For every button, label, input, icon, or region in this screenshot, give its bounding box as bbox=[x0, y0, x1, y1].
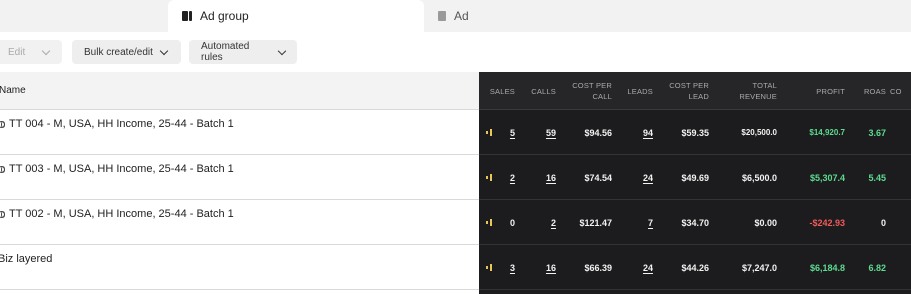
cell-leads[interactable]: 24 bbox=[612, 155, 653, 200]
cell-total-revenue: $20,500.0 bbox=[741, 128, 777, 137]
cell-cost-per-call: $121.47 bbox=[579, 217, 612, 228]
cell-cost-per-lead: $49.69 bbox=[681, 172, 709, 183]
cell-leads[interactable]: 7 bbox=[612, 200, 653, 245]
automated-rules-button[interactable]: Automated rules bbox=[189, 40, 297, 64]
tab-ad-label: Ad bbox=[454, 9, 469, 23]
table-row[interactable]: TT 004 - M, USA, HH Income, 25-44 - Batc… bbox=[0, 110, 479, 155]
cell-calls[interactable]: 16 bbox=[515, 155, 556, 200]
metrics-row: 3 16 $66.39 24 $44.26 $7,247.0 $6,184.8 … bbox=[479, 245, 911, 290]
row-name[interactable]: Biz layered bbox=[0, 253, 52, 265]
row-name[interactable]: TT 002 - M, USA, HH Income, 25-44 - Batc… bbox=[9, 208, 234, 220]
cell-sales[interactable]: 2 bbox=[499, 155, 515, 200]
cell-cost-per-lead: $44.26 bbox=[681, 262, 709, 273]
cell-cost-per-call: $66.39 bbox=[584, 262, 612, 273]
ad-group-icon bbox=[182, 11, 192, 21]
header-cost-per-call[interactable]: COST PER CALL bbox=[563, 72, 612, 110]
metrics-row: 0 2 $121.47 7 $34.70 $0.00 -$242.93 0 bbox=[479, 200, 911, 245]
cell-profit: -$242.93 bbox=[809, 217, 845, 228]
cell-total-revenue: $0.00 bbox=[754, 217, 777, 228]
table-row[interactable]: Biz layered bbox=[0, 245, 479, 290]
chevron-down-icon bbox=[277, 46, 287, 55]
header-calls[interactable]: CALLS bbox=[515, 72, 556, 110]
automated-rules-label: Automated rules bbox=[201, 41, 250, 63]
header-profit[interactable]: PROFIT bbox=[779, 72, 845, 110]
header-sales[interactable]: SALES bbox=[479, 72, 515, 110]
bulk-create-edit-label: Bulk create/edit bbox=[84, 46, 153, 58]
cell-calls[interactable]: 59 bbox=[515, 110, 556, 155]
data-table: Name TT 004 - M, USA, HH Income, 25-44 -… bbox=[0, 72, 911, 294]
header-cost-per-lead[interactable]: COST PER LEAD bbox=[663, 72, 709, 110]
name-header-label: Name bbox=[0, 85, 26, 96]
bar-chart-icon[interactable] bbox=[486, 110, 494, 155]
cell-roas: 5.45 bbox=[868, 172, 886, 183]
cell-profit: $14,920.7 bbox=[809, 128, 845, 137]
metrics-row: 2 16 $74.54 24 $49.69 $6,500.0 $5,307.4 … bbox=[479, 155, 911, 200]
tab-ad-group-label: Ad group bbox=[200, 9, 249, 23]
cell-total-revenue: $6,500.0 bbox=[741, 172, 777, 183]
cell-total-revenue: $7,247.0 bbox=[741, 262, 777, 273]
metrics-row: 5 59 $94.56 94 $59.35 $20,500.0 $14,920.… bbox=[479, 110, 911, 155]
chevron-down-icon bbox=[159, 46, 169, 55]
edit-button[interactable]: Edit bbox=[0, 40, 62, 64]
bar-chart-icon[interactable] bbox=[486, 245, 494, 290]
row-name[interactable]: TT 004 - M, USA, HH Income, 25-44 - Batc… bbox=[9, 118, 234, 130]
bar-chart-icon[interactable] bbox=[486, 155, 494, 200]
cell-roas: 0 bbox=[880, 217, 886, 228]
tab-ad[interactable]: Ad bbox=[428, 0, 628, 32]
bulk-create-edit-button[interactable]: Bulk create/edit bbox=[72, 40, 181, 64]
metrics-header: SALES CALLS COST PER CALL LEADS COST PER… bbox=[479, 72, 911, 110]
cell-roas: 6.82 bbox=[868, 262, 886, 273]
globe-icon bbox=[0, 165, 5, 173]
cell-calls[interactable]: 2 bbox=[515, 200, 556, 245]
cell-cost-per-lead: $59.35 bbox=[681, 127, 709, 138]
name-column-header[interactable]: Name bbox=[0, 72, 479, 110]
bar-chart-icon[interactable] bbox=[486, 200, 494, 245]
cell-cost-per-call: $94.56 bbox=[584, 127, 612, 138]
globe-icon bbox=[0, 120, 5, 128]
table-row[interactable]: TT 002 - M, USA, HH Income, 25-44 - Batc… bbox=[0, 200, 479, 245]
cell-cost-per-call: $74.54 bbox=[584, 172, 612, 183]
header-total-revenue[interactable]: TOTAL REVENUE bbox=[723, 72, 777, 110]
row-name[interactable]: TT 003 - M, USA, HH Income, 25-44 - Batc… bbox=[9, 163, 234, 175]
toolbar: Edit Bulk create/edit Automated rules bbox=[0, 32, 911, 72]
cell-leads[interactable]: 24 bbox=[612, 245, 653, 290]
header-leads[interactable]: LEADS bbox=[612, 72, 653, 110]
ad-icon bbox=[438, 11, 446, 21]
header-co[interactable]: CO bbox=[890, 72, 911, 110]
cell-profit: $5,307.4 bbox=[809, 172, 845, 183]
cell-roas: 3.67 bbox=[868, 127, 886, 138]
cell-cost-per-lead: $34.70 bbox=[681, 217, 709, 228]
chevron-down-icon bbox=[41, 46, 51, 55]
edit-button-label: Edit bbox=[8, 46, 26, 58]
tab-ad-group[interactable]: Ad group bbox=[168, 0, 424, 32]
cell-sales: 0 bbox=[509, 217, 515, 228]
header-roas[interactable]: ROAS bbox=[845, 72, 886, 110]
cell-leads[interactable]: 94 bbox=[612, 110, 653, 155]
table-row[interactable]: TT 003 - M, USA, HH Income, 25-44 - Batc… bbox=[0, 155, 479, 200]
cell-calls[interactable]: 16 bbox=[515, 245, 556, 290]
metrics-panel: SALES CALLS COST PER CALL LEADS COST PER… bbox=[479, 72, 911, 294]
cell-profit: $6,184.8 bbox=[809, 262, 845, 273]
cell-sales[interactable]: 3 bbox=[499, 245, 515, 290]
globe-icon bbox=[0, 210, 5, 218]
cell-sales[interactable]: 5 bbox=[499, 110, 515, 155]
tab-strip: Ad group Ad bbox=[0, 0, 911, 32]
